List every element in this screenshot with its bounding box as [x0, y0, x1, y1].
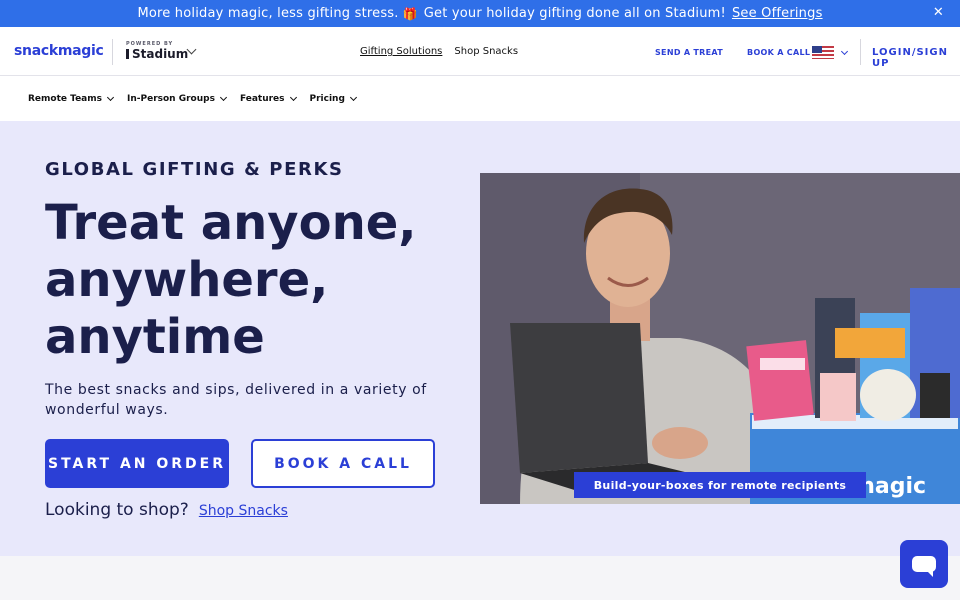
- subnav-features[interactable]: Features: [239, 93, 297, 104]
- subnav-label: In-Person Groups: [127, 94, 215, 104]
- headline-line-2: anywhere,: [45, 252, 329, 308]
- hero-illustration: magic: [480, 173, 960, 504]
- login-signup-link[interactable]: LOGIN/SIGN UP: [872, 47, 960, 69]
- start-an-order-button[interactable]: START AN ORDER: [45, 439, 229, 488]
- hero-section: GLOBAL GIFTING & PERKS Treat anyone, any…: [0, 121, 960, 556]
- headline-line-3: anytime: [45, 309, 265, 365]
- nav-divider: [860, 39, 861, 65]
- primary-links: Gifting Solutions Shop Snacks: [360, 46, 518, 57]
- chevron-down-icon: [219, 93, 227, 102]
- book-a-call-nav-link[interactable]: BOOK A CALL: [747, 48, 810, 57]
- logo-divider: [112, 39, 113, 65]
- subnav-label: Features: [239, 94, 285, 104]
- promo-text-2: Get your holiday gifting done all on Sta…: [423, 6, 726, 21]
- country-selector[interactable]: [812, 46, 849, 59]
- shop-snacks-link[interactable]: Shop Snacks: [199, 503, 288, 519]
- promo-banner: More holiday magic, less gifting stress.…: [0, 0, 960, 27]
- snackmagic-logo[interactable]: snackmagic: [14, 43, 104, 59]
- top-nav: snackmagic POWERED BY Stadium Gifting So…: [0, 27, 960, 76]
- stadium-label: Stadium: [132, 47, 189, 61]
- chat-button[interactable]: [900, 540, 948, 588]
- headline-line-1: Treat anyone,: [45, 195, 417, 251]
- chevron-down-icon: [840, 47, 849, 55]
- hero-headline: Treat anyone, anywhere, anytime: [45, 195, 465, 366]
- close-icon[interactable]: ✕: [933, 5, 944, 20]
- chevron-down-icon: [349, 93, 357, 102]
- stadium-mark-icon: [126, 49, 129, 59]
- send-a-treat-link[interactable]: SEND A TREAT: [655, 48, 723, 57]
- sub-nav: Remote Teams In-Person Groups Features P…: [0, 77, 960, 121]
- subnav-remote-teams[interactable]: Remote Teams: [28, 93, 115, 104]
- shop-prompt: Looking to shop? Shop Snacks: [45, 500, 288, 520]
- next-section: [0, 556, 960, 600]
- subnav-label: Remote Teams: [28, 94, 102, 104]
- hero-subtitle: The best snacks and sips, delivered in a…: [45, 382, 427, 418]
- see-offerings-link[interactable]: See Offerings: [732, 6, 823, 21]
- chevron-down-icon: [289, 93, 297, 102]
- subnav-pricing[interactable]: Pricing: [309, 93, 357, 104]
- shop-question: Looking to shop?: [45, 500, 189, 520]
- us-flag-icon: [812, 46, 834, 59]
- stadium-brand: Stadium: [126, 47, 188, 61]
- subnav-in-person-groups[interactable]: In-Person Groups: [127, 93, 227, 104]
- chat-icon: [912, 556, 936, 577]
- book-a-call-button[interactable]: BOOK A CALL: [251, 439, 435, 488]
- hero-photo: magic: [480, 173, 960, 504]
- hero-eyebrow: GLOBAL GIFTING & PERKS: [45, 159, 344, 180]
- shop-snacks-nav-link[interactable]: Shop Snacks: [454, 46, 518, 57]
- promo-text: More holiday magic, less gifting stress.: [137, 6, 399, 21]
- photo-caption: Build-your-boxes for remote recipients: [574, 472, 866, 498]
- gifting-solutions-link[interactable]: Gifting Solutions: [360, 46, 442, 57]
- gift-icon: 🎁: [402, 6, 418, 21]
- powered-by-stadium[interactable]: POWERED BY Stadium: [126, 41, 188, 61]
- action-links: SEND A TREAT BOOK A CALL: [655, 48, 810, 57]
- subnav-label: Pricing: [309, 94, 345, 104]
- chevron-down-icon: [106, 93, 115, 102]
